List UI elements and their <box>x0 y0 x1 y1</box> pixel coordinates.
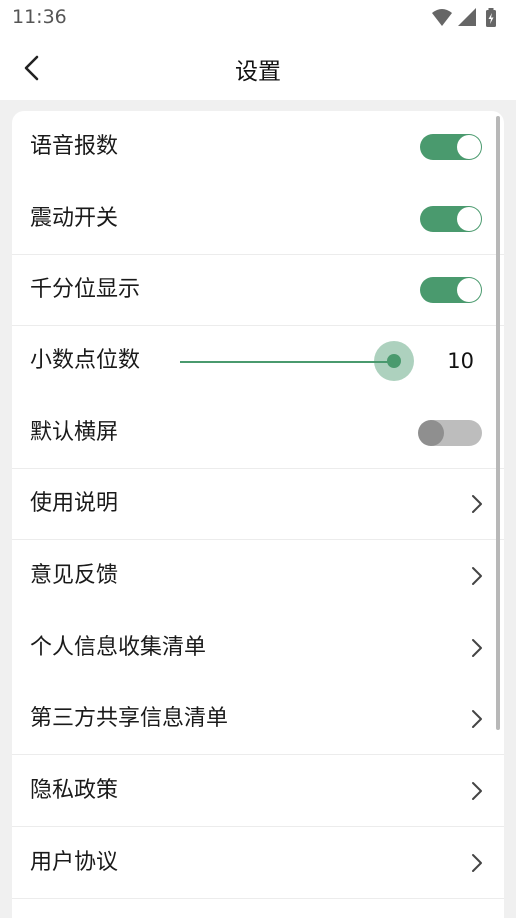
voice-report-row: 语音报数 <box>12 111 504 183</box>
voice-report-label: 语音报数 <box>30 134 119 159</box>
default-landscape-row: 默认横屏 <box>12 397 504 469</box>
decimal-places-slider-track[interactable] <box>180 361 396 363</box>
vibration-row: 震动开关 <box>12 183 504 255</box>
wifi-icon <box>432 9 452 26</box>
decimal-places-row: 小数点位数 10 <box>12 325 504 397</box>
default-landscape-label: 默认横屏 <box>30 420 119 445</box>
toggle-knob <box>457 135 481 159</box>
third-party-sharing-label: 第三方共享信息清单 <box>30 706 229 731</box>
user-agreement-row[interactable]: 用户协议 <box>12 827 504 899</box>
status-time: 11:36 <box>12 6 67 28</box>
chevron-right-icon <box>472 854 482 872</box>
feedback-label: 意见反馈 <box>30 563 119 588</box>
decimal-places-slider-thumb[interactable] <box>387 354 401 368</box>
vibration-label: 震动开关 <box>30 206 119 231</box>
chevron-right-icon <box>472 495 482 513</box>
user-agreement-label: 用户协议 <box>30 850 119 875</box>
instructions-row[interactable]: 使用说明 <box>12 468 504 540</box>
thousands-separator-label: 千分位显示 <box>30 277 141 302</box>
chevron-right-icon <box>472 710 482 728</box>
toggle-knob <box>457 207 481 231</box>
voice-report-toggle[interactable] <box>420 134 482 160</box>
decimal-places-value: 10 <box>447 349 474 373</box>
third-party-sharing-row[interactable]: 第三方共享信息清单 <box>12 683 504 755</box>
toggle-knob <box>418 420 444 446</box>
thousands-separator-row: 千分位显示 <box>12 254 504 326</box>
vibration-toggle[interactable] <box>420 206 482 232</box>
chevron-right-icon <box>472 567 482 585</box>
personal-info-list-label: 个人信息收集清单 <box>30 635 207 660</box>
battery-charging-icon <box>486 8 496 27</box>
chevron-right-icon <box>472 639 482 657</box>
feedback-row[interactable]: 意见反馈 <box>12 540 504 612</box>
personal-info-list-row[interactable]: 个人信息收集清单 <box>12 612 504 684</box>
status-icons <box>430 7 506 27</box>
privacy-policy-row[interactable]: 隐私政策 <box>12 755 504 827</box>
thousands-separator-toggle[interactable] <box>420 277 482 303</box>
cellular-signal-icon <box>458 8 476 26</box>
decimal-places-label: 小数点位数 <box>30 348 141 373</box>
default-landscape-toggle[interactable] <box>418 420 482 446</box>
scrollbar[interactable] <box>496 116 500 730</box>
toggle-knob <box>457 278 481 302</box>
settings-card: 语音报数 震动开关 千分位显示 小数点位数 10 默认横屏 使用说明 意见反馈 … <box>12 111 504 918</box>
privacy-policy-label: 隐私政策 <box>30 778 119 803</box>
status-bar: 11:36 <box>0 0 516 36</box>
chevron-right-icon <box>472 782 482 800</box>
instructions-label: 使用说明 <box>30 491 119 516</box>
app-bar: 设置 <box>0 36 516 100</box>
page-title: 设置 <box>235 59 281 85</box>
